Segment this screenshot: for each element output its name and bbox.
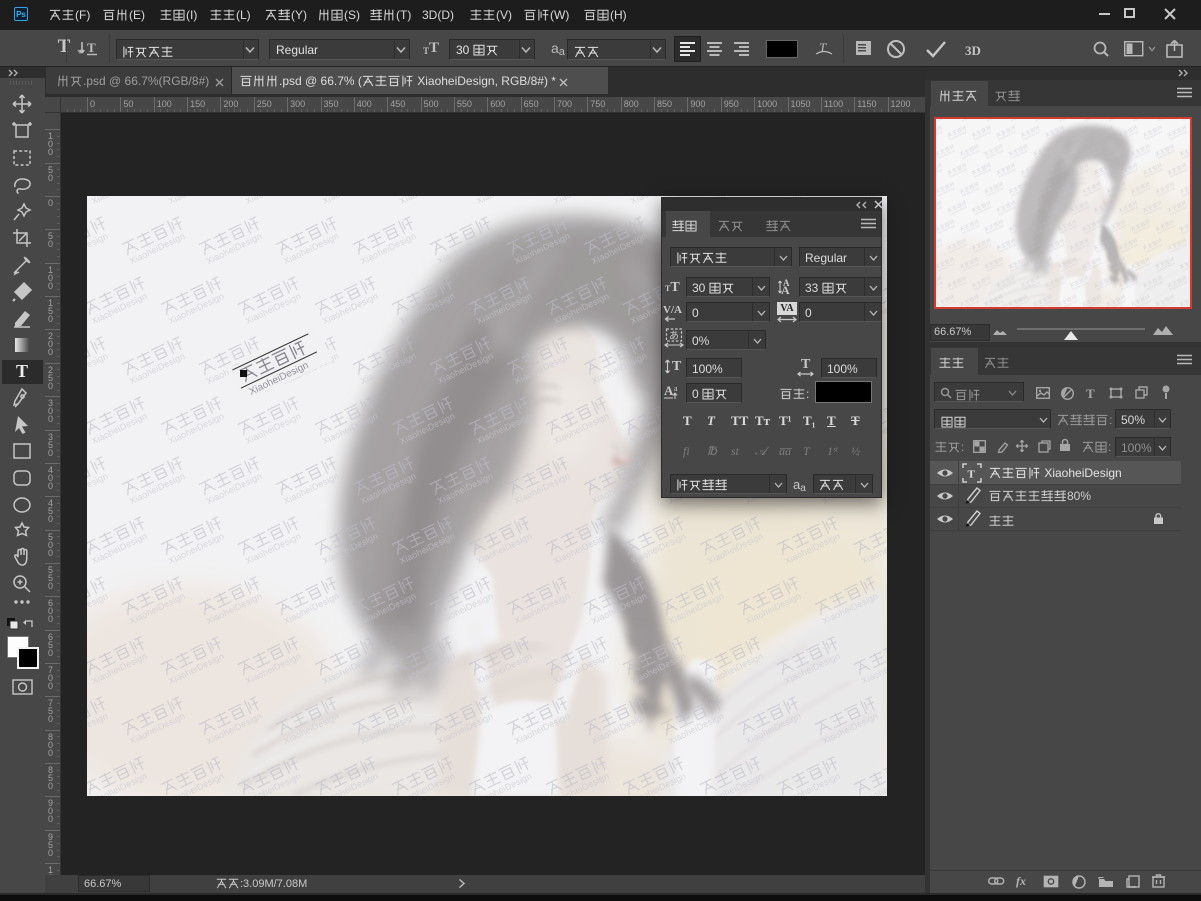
svg-text:あ: あ <box>669 330 679 342</box>
svg-text:T: T <box>16 361 28 381</box>
svg-text:T: T <box>819 40 827 55</box>
svg-text:T: T <box>87 40 96 55</box>
svg-text:A: A <box>664 383 674 398</box>
svg-text:A: A <box>781 283 790 296</box>
svg-text:T: T <box>968 469 976 481</box>
svg-text:a: a <box>674 384 678 393</box>
